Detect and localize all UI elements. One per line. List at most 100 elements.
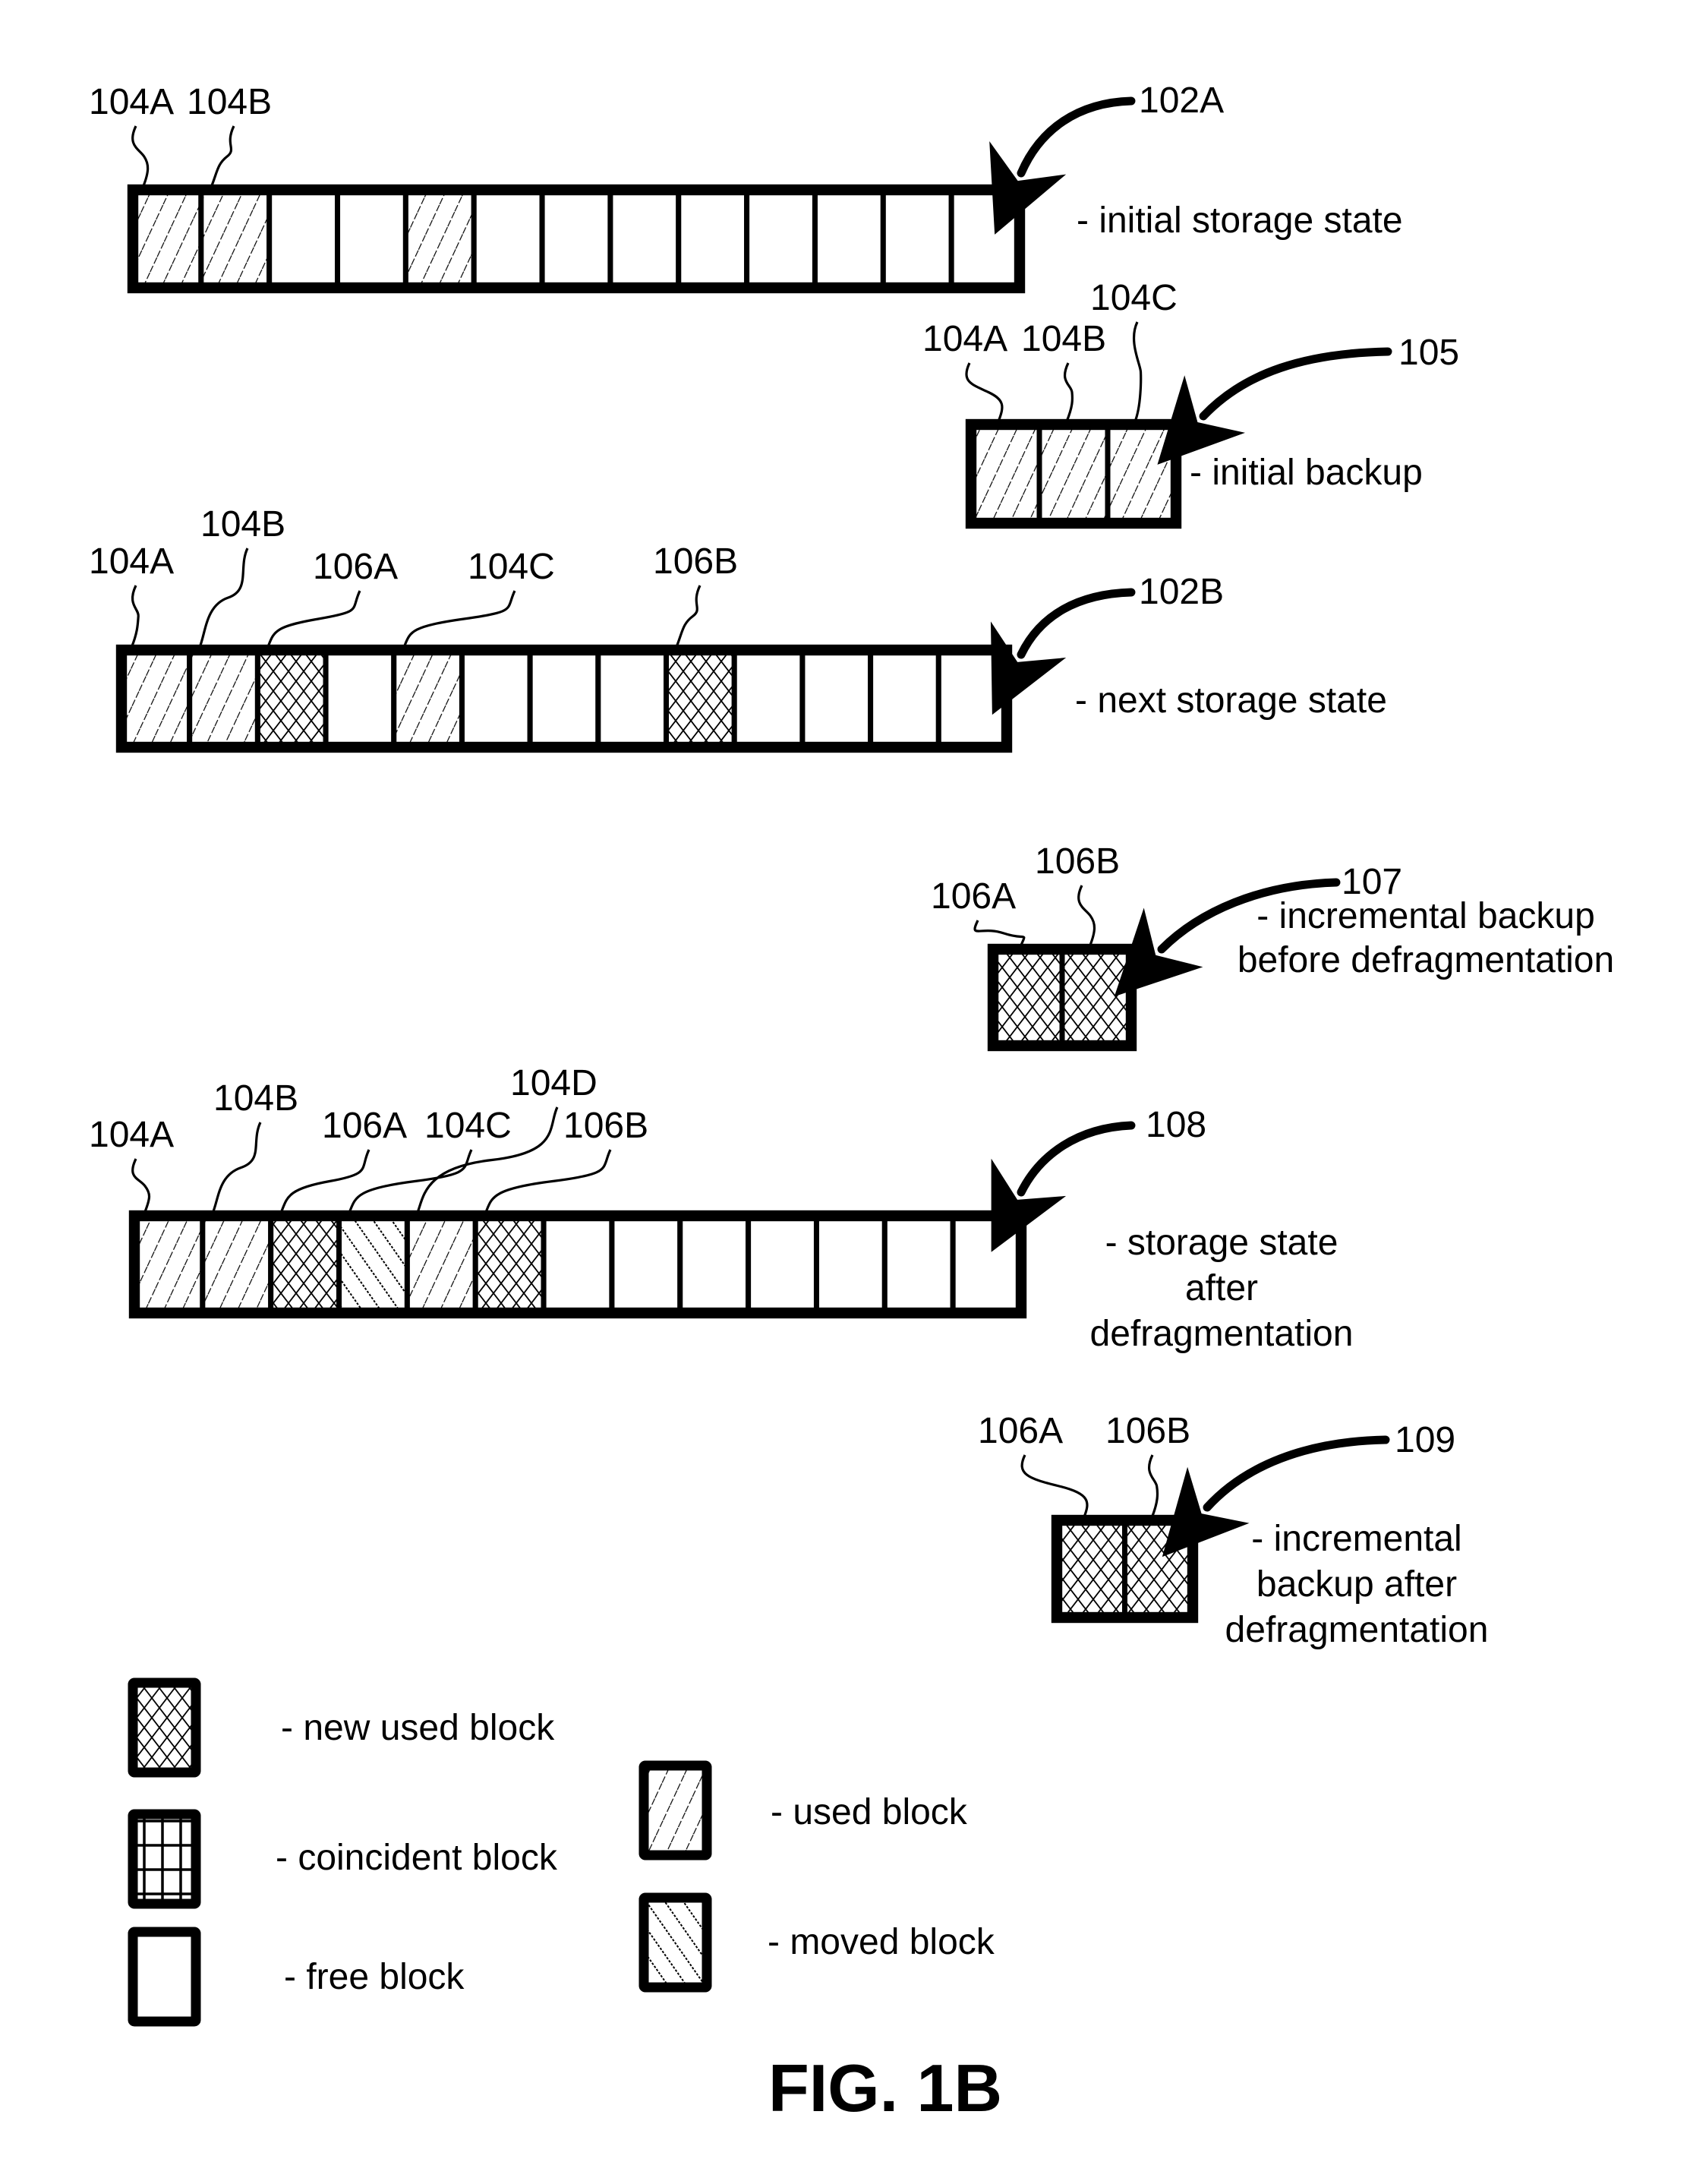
block-cell-free	[471, 187, 545, 291]
block-cell-free	[813, 1213, 888, 1316]
block-cell-new	[268, 1213, 342, 1316]
state-description: backup after	[1256, 1564, 1457, 1605]
reference-numeral: 108	[1146, 1105, 1206, 1145]
block-cell-free	[950, 1213, 1024, 1316]
state-description: - initial storage state	[1077, 200, 1403, 241]
figure-title: FIG. 1B	[768, 2050, 1002, 2126]
moved-block-swatch-icon	[638, 1892, 712, 1993]
block-cell-used	[1105, 421, 1179, 526]
storage-state-initial: 104A 104B 102A - initial storage state	[89, 80, 1403, 294]
legend-label: - moved block	[768, 1922, 995, 1962]
block-cell-new	[1059, 946, 1134, 1049]
callout-label: 104B	[1021, 319, 1106, 359]
leader-line	[1077, 885, 1096, 947]
block-cell-free	[607, 187, 682, 291]
leader-line	[130, 585, 140, 648]
leader-line	[1020, 1454, 1089, 1518]
callout-label: 104A	[89, 541, 174, 582]
block-cell-new	[1054, 1517, 1127, 1621]
block-cell-free	[799, 647, 874, 750]
callout-label: 106A	[978, 1411, 1063, 1451]
callout-label: 104B	[200, 504, 285, 544]
legend-item-coincident: - coincident block	[128, 1809, 558, 1909]
storage-state-after-defrag: 104A 104B 106A 104C104D106B 108 - storage sta…	[89, 1063, 1353, 1354]
block-cell-free	[539, 187, 613, 291]
callout-label: 106B	[1105, 1411, 1190, 1451]
state-description: - storage state	[1105, 1223, 1338, 1263]
block-cell-new	[472, 1213, 547, 1316]
leader-line	[675, 585, 702, 648]
reference-numeral: 105	[1398, 333, 1459, 373]
legend-label: - free block	[284, 1957, 465, 1997]
leader-line	[965, 362, 1004, 422]
block-cell-free	[595, 647, 670, 750]
state-description: defragmentation	[1225, 1610, 1489, 1650]
block-cell-used	[200, 1213, 274, 1316]
leader-line	[279, 1149, 370, 1214]
callout-label: 104A	[89, 82, 174, 122]
block-cell-moved	[336, 1213, 410, 1316]
incremental-backup-before-defrag: 106A106B107- incremental backupbefore de…	[931, 841, 1614, 1052]
callout-label: 106B	[1035, 841, 1120, 882]
callout-label: 106B	[563, 1106, 648, 1146]
reference-arrow-icon	[1162, 1435, 1390, 1558]
block-cell-free	[744, 187, 818, 291]
block-cell-free	[266, 187, 341, 291]
block-cell-new	[1122, 1517, 1196, 1621]
block-cell-used	[402, 187, 477, 291]
legend-item-moved: - moved block	[638, 1892, 995, 1993]
block-cell-used	[1036, 421, 1111, 526]
block-cell-free	[335, 187, 408, 291]
callout-label: 104C	[1090, 278, 1178, 318]
block-cell-used	[131, 1213, 206, 1316]
block-cell-used	[968, 421, 1042, 526]
reference-arrow-icon	[1157, 347, 1392, 465]
state-description: after	[1185, 1268, 1258, 1308]
block-cell-new	[254, 647, 329, 750]
block-cell-used	[130, 187, 204, 291]
callout-label: 106A	[931, 876, 1016, 917]
block-cell-free	[677, 1213, 752, 1316]
state-description: - incremental backup	[1256, 896, 1595, 936]
callout-label: 104B	[187, 82, 272, 122]
state-description: defragmentation	[1090, 1314, 1354, 1354]
state-description: before defragmentation	[1238, 940, 1614, 980]
block-cell-free	[609, 1213, 683, 1316]
legend-label: - new used block	[281, 1708, 555, 1748]
callout-label: 106A	[322, 1106, 407, 1146]
reference-numeral: 102A	[1139, 80, 1224, 121]
block-cell-free	[746, 1213, 819, 1316]
callout-label: 104A	[922, 319, 1007, 359]
block-cell-used	[404, 1213, 478, 1316]
leader-line	[198, 548, 249, 648]
leader-line	[1147, 1454, 1159, 1518]
callout-label: 104C	[424, 1106, 512, 1146]
callout-label: 104C	[468, 547, 555, 587]
block-cell-free	[881, 1213, 956, 1316]
coincident-block-swatch-icon	[128, 1809, 201, 1909]
block-cell-free	[948, 187, 1023, 291]
patent-figure: 104A 104B 102A - initial storage state 104A…	[89, 80, 1614, 2126]
leader-line	[402, 590, 516, 648]
reference-arrow-icon	[990, 588, 1136, 715]
block-cell-free	[541, 1213, 615, 1316]
leader-line	[211, 1122, 262, 1214]
used-block-swatch-icon	[638, 1760, 712, 1861]
leader-line	[1063, 362, 1074, 422]
callout-label: 106A	[313, 547, 398, 587]
backup-initial: 104A 104B104C 105 - initial backup	[922, 278, 1459, 529]
block-cell-free	[812, 187, 886, 291]
incremental-backup-after-defrag: 106A 106B 109 - incremental backup after defr…	[978, 1411, 1488, 1650]
leader-line	[348, 1149, 473, 1214]
legend-label: - coincident block	[276, 1838, 558, 1878]
block-cell-free	[731, 647, 806, 750]
leader-line	[131, 1158, 151, 1214]
block-cell-new	[664, 647, 737, 750]
legend: - new used block - coincident block - free…	[128, 1677, 995, 2027]
reference-arrow-icon	[989, 96, 1136, 235]
state-description: - next storage state	[1075, 680, 1387, 721]
leader-line	[131, 125, 150, 188]
legend-item-free: - free block	[128, 1927, 465, 2027]
leader-line	[1133, 321, 1143, 422]
callout-label: 104B	[213, 1078, 298, 1119]
